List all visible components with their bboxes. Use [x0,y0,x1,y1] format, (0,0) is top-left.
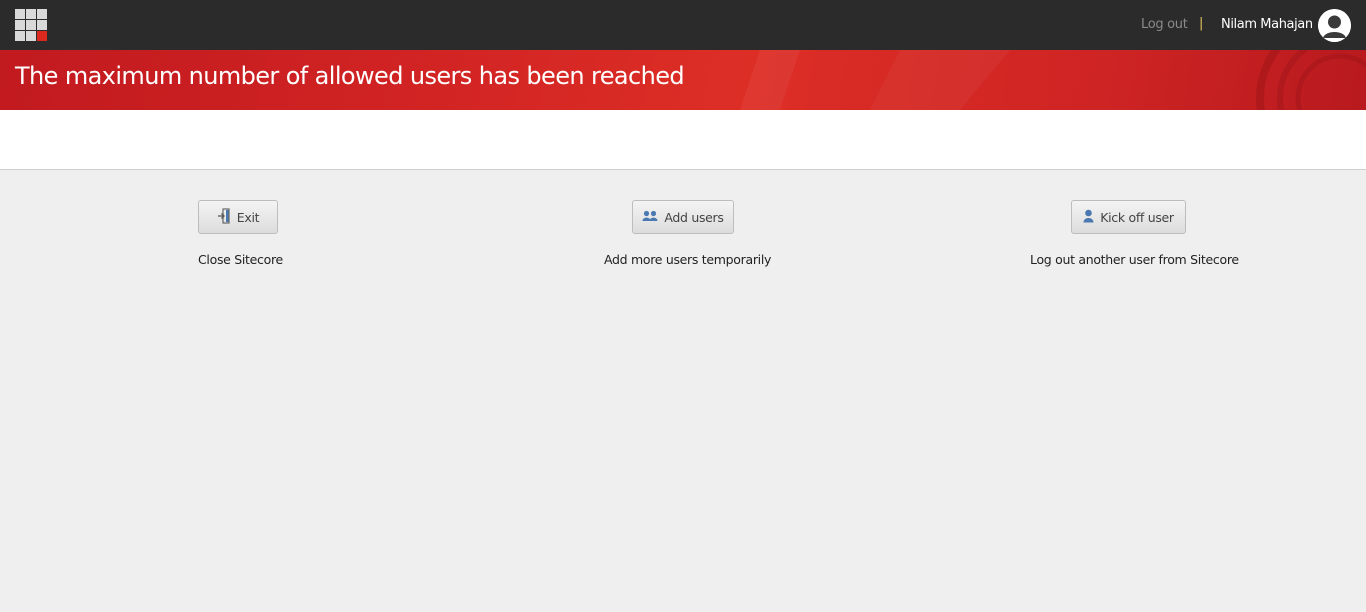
add-users-description: Add more users temporarily [604,252,772,267]
exit-button-label: Exit [236,209,260,225]
top-bar: Log out | Nilam Mahajan [0,0,1366,50]
exit-description: Close Sitecore [198,252,283,267]
launchpad-grid-icon[interactable] [15,9,48,42]
add-users-button-label: Add users [664,209,724,225]
user-avatar-icon[interactable] [1318,9,1351,42]
add-users-button[interactable]: Add users [632,200,734,234]
exit-door-icon [217,207,231,227]
page-title: The maximum number of allowed users has … [15,62,685,90]
logout-link[interactable]: Log out [1141,17,1188,32]
kick-off-user-button[interactable]: Kick off user [1071,200,1186,234]
users-icon [642,210,658,225]
toolbar-area [0,110,1366,170]
exit-button[interactable]: Exit [198,200,278,234]
page-banner: The maximum number of allowed users has … [0,50,1366,110]
kick-off-user-description: Log out another user from Sitecore [1030,252,1239,267]
kick-off-user-button-label: Kick off user [1100,209,1174,225]
user-name[interactable]: Nilam Mahajan [1221,17,1313,32]
separator: | [1199,16,1204,31]
user-icon [1083,209,1094,226]
